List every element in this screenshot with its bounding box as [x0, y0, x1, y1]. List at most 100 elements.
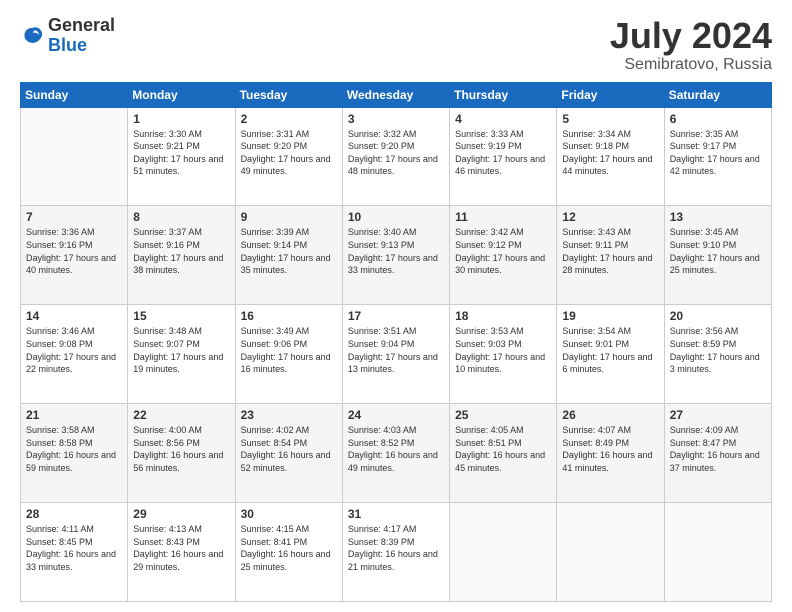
day-info: Sunrise: 4:05 AMSunset: 8:51 PMDaylight:…	[455, 424, 551, 474]
day-number: 10	[348, 210, 444, 224]
table-row: 20 Sunrise: 3:56 AMSunset: 8:59 PMDayligh…	[664, 305, 771, 404]
day-number: 21	[26, 408, 122, 422]
day-info: Sunrise: 4:09 AMSunset: 8:47 PMDaylight:…	[670, 424, 766, 474]
table-row: 9Sunrise: 3:39 AMSunset: 9:14 PMDaylight…	[235, 206, 342, 305]
day-info: Sunrise: 4:15 AMSunset: 8:41 PMDaylight:…	[241, 523, 337, 573]
day-info: Sunrise: 3:53 AMSunset: 9:03 PMDaylight:…	[455, 325, 551, 375]
table-row: 5 Sunrise: 3:34 AMSunset: 9:18 PMDaylight…	[557, 107, 664, 206]
day-info: Sunrise: 4:02 AMSunset: 8:54 PMDaylight:…	[241, 424, 337, 474]
table-row: 8 Sunrise: 3:37 AMSunset: 9:16 PMDaylight…	[128, 206, 235, 305]
day-info: Sunrise: 4:00 AMSunset: 8:56 PMDaylight:…	[133, 424, 229, 474]
day-number: 4	[455, 112, 551, 126]
table-row: 27 Sunrise: 4:09 AMSunset: 8:47 PMDayligh…	[664, 404, 771, 503]
table-row: 17 Sunrise: 3:51 AMSunset: 9:04 PMDayligh…	[342, 305, 449, 404]
day-number: 15	[133, 309, 229, 323]
day-number: 26	[562, 408, 658, 422]
title-block: July 2024 Semibratovo, Russia	[610, 16, 772, 74]
table-row: 3Sunrise: 3:32 AMSunset: 9:20 PMDaylight…	[342, 107, 449, 206]
logo-general: General	[48, 16, 115, 36]
table-row: 21 Sunrise: 3:58 AMSunset: 8:58 PMDayligh…	[21, 404, 128, 503]
day-info: Sunrise: 4:03 AMSunset: 8:52 PMDaylight:…	[348, 424, 444, 474]
table-row: 16Sunrise: 3:49 AMSunset: 9:06 PMDayligh…	[235, 305, 342, 404]
header-sunday: Sunday	[21, 82, 128, 107]
table-row: 19Sunrise: 3:54 AMSunset: 9:01 PMDayligh…	[557, 305, 664, 404]
table-row	[21, 107, 128, 206]
day-info: Sunrise: 4:17 AMSunset: 8:39 PMDaylight:…	[348, 523, 444, 573]
logo-text: General Blue	[48, 16, 115, 56]
header-tuesday: Tuesday	[235, 82, 342, 107]
calendar-week-row: 21 Sunrise: 3:58 AMSunset: 8:58 PMDayligh…	[21, 404, 772, 503]
logo-blue: Blue	[48, 36, 115, 56]
header-monday: Monday	[128, 82, 235, 107]
day-number: 22	[133, 408, 229, 422]
day-info: Sunrise: 3:30 AMSunset: 9:21 PMDaylight:…	[133, 128, 229, 178]
day-number: 7	[26, 210, 122, 224]
day-number: 13	[670, 210, 766, 224]
header-saturday: Saturday	[664, 82, 771, 107]
main-title: July 2024	[610, 16, 772, 56]
day-info: Sunrise: 3:34 AMSunset: 9:18 PMDaylight:…	[562, 128, 658, 178]
table-row: 29Sunrise: 4:13 AMSunset: 8:43 PMDayligh…	[128, 503, 235, 602]
table-row	[664, 503, 771, 602]
day-info: Sunrise: 3:35 AMSunset: 9:17 PMDaylight:…	[670, 128, 766, 178]
day-info: Sunrise: 4:13 AMSunset: 8:43 PMDaylight:…	[133, 523, 229, 573]
table-row: 23 Sunrise: 4:02 AMSunset: 8:54 PMDayligh…	[235, 404, 342, 503]
day-info: Sunrise: 4:07 AMSunset: 8:49 PMDaylight:…	[562, 424, 658, 474]
table-row: 24 Sunrise: 4:03 AMSunset: 8:52 PMDayligh…	[342, 404, 449, 503]
day-number: 6	[670, 112, 766, 126]
day-number: 23	[241, 408, 337, 422]
day-number: 19	[562, 309, 658, 323]
table-row: 12Sunrise: 3:43 AMSunset: 9:11 PMDayligh…	[557, 206, 664, 305]
table-row: 2Sunrise: 3:31 AMSunset: 9:20 PMDaylight…	[235, 107, 342, 206]
day-info: Sunrise: 3:36 AMSunset: 9:16 PMDaylight:…	[26, 226, 122, 276]
table-row: 18 Sunrise: 3:53 AMSunset: 9:03 PMDayligh…	[450, 305, 557, 404]
header-thursday: Thursday	[450, 82, 557, 107]
day-info: Sunrise: 4:11 AMSunset: 8:45 PMDaylight:…	[26, 523, 122, 573]
day-info: Sunrise: 3:58 AMSunset: 8:58 PMDaylight:…	[26, 424, 122, 474]
day-number: 28	[26, 507, 122, 521]
table-row: 26 Sunrise: 4:07 AMSunset: 8:49 PMDayligh…	[557, 404, 664, 503]
day-number: 12	[562, 210, 658, 224]
table-row: 28 Sunrise: 4:11 AMSunset: 8:45 PMDayligh…	[21, 503, 128, 602]
table-row: 15 Sunrise: 3:48 AMSunset: 9:07 PMDayligh…	[128, 305, 235, 404]
header: General Blue July 2024 Semibratovo, Russ…	[20, 16, 772, 74]
header-wednesday: Wednesday	[342, 82, 449, 107]
table-row: 11 Sunrise: 3:42 AMSunset: 9:12 PMDayligh…	[450, 206, 557, 305]
table-row: 4 Sunrise: 3:33 AMSunset: 9:19 PMDaylight…	[450, 107, 557, 206]
day-number: 20	[670, 309, 766, 323]
day-number: 17	[348, 309, 444, 323]
day-info: Sunrise: 3:51 AMSunset: 9:04 PMDaylight:…	[348, 325, 444, 375]
table-row: 1 Sunrise: 3:30 AMSunset: 9:21 PMDaylight…	[128, 107, 235, 206]
day-number: 18	[455, 309, 551, 323]
table-row: 30 Sunrise: 4:15 AMSunset: 8:41 PMDayligh…	[235, 503, 342, 602]
logo-icon	[20, 24, 44, 48]
day-info: Sunrise: 3:40 AMSunset: 9:13 PMDaylight:…	[348, 226, 444, 276]
table-row: 10 Sunrise: 3:40 AMSunset: 9:13 PMDayligh…	[342, 206, 449, 305]
day-info: Sunrise: 3:37 AMSunset: 9:16 PMDaylight:…	[133, 226, 229, 276]
table-row: 6 Sunrise: 3:35 AMSunset: 9:17 PMDaylight…	[664, 107, 771, 206]
day-info: Sunrise: 3:32 AMSunset: 9:20 PMDaylight:…	[348, 128, 444, 178]
day-number: 5	[562, 112, 658, 126]
table-row: 7 Sunrise: 3:36 AMSunset: 9:16 PMDaylight…	[21, 206, 128, 305]
table-row: 13 Sunrise: 3:45 AMSunset: 9:10 PMDayligh…	[664, 206, 771, 305]
page: General Blue July 2024 Semibratovo, Russ…	[0, 0, 792, 612]
day-info: Sunrise: 3:33 AMSunset: 9:19 PMDaylight:…	[455, 128, 551, 178]
calendar-week-row: 1 Sunrise: 3:30 AMSunset: 9:21 PMDaylight…	[21, 107, 772, 206]
day-info: Sunrise: 3:48 AMSunset: 9:07 PMDaylight:…	[133, 325, 229, 375]
day-number: 8	[133, 210, 229, 224]
day-number: 30	[241, 507, 337, 521]
day-number: 27	[670, 408, 766, 422]
header-friday: Friday	[557, 82, 664, 107]
day-info: Sunrise: 3:39 AMSunset: 9:14 PMDaylight:…	[241, 226, 337, 276]
day-number: 16	[241, 309, 337, 323]
day-info: Sunrise: 3:46 AMSunset: 9:08 PMDaylight:…	[26, 325, 122, 375]
day-info: Sunrise: 3:45 AMSunset: 9:10 PMDaylight:…	[670, 226, 766, 276]
day-info: Sunrise: 3:56 AMSunset: 8:59 PMDaylight:…	[670, 325, 766, 375]
day-info: Sunrise: 3:42 AMSunset: 9:12 PMDaylight:…	[455, 226, 551, 276]
calendar: Sunday Monday Tuesday Wednesday Thursday…	[20, 82, 772, 602]
day-number: 24	[348, 408, 444, 422]
day-number: 11	[455, 210, 551, 224]
table-row: 31Sunrise: 4:17 AMSunset: 8:39 PMDayligh…	[342, 503, 449, 602]
day-number: 1	[133, 112, 229, 126]
table-row: 22 Sunrise: 4:00 AMSunset: 8:56 PMDayligh…	[128, 404, 235, 503]
